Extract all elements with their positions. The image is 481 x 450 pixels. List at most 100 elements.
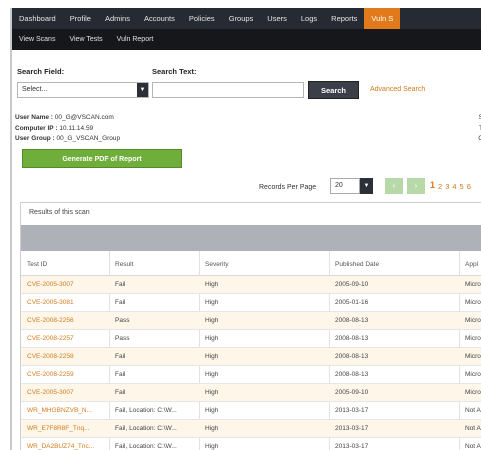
cell-application: Micro	[465, 371, 481, 378]
table-row[interactable]: WR_MHGBNZVB_N... Fail, Location: C:\W... H…	[21, 402, 481, 420]
search-text-input[interactable]	[152, 82, 304, 98]
search-button[interactable]: Search	[308, 81, 359, 99]
cell-published-date: 2008-08-13	[335, 371, 369, 378]
subnav-view-scans[interactable]: View Scans	[12, 36, 62, 43]
cell-result: Fail, Location: C:\W...	[115, 443, 177, 450]
cell-result: Fail	[115, 389, 126, 396]
cell-test-id[interactable]: WR_DA2BUZ74_Tnc...	[27, 443, 94, 450]
cell-result: Pass	[115, 317, 130, 324]
computer-ip-label: Computer IP :	[15, 124, 58, 132]
chevron-down-icon[interactable]: ▼	[360, 178, 373, 194]
records-per-page-label: Records Per Page	[259, 184, 317, 191]
cell-application: Not A	[465, 407, 481, 414]
cell-test-id[interactable]: CVE-2008-2257	[27, 335, 74, 342]
cell-severity: High	[205, 407, 219, 414]
nav-reports[interactable]: Reports	[324, 8, 364, 29]
generate-pdf-button[interactable]: Generate PDF of Report	[22, 149, 182, 168]
computer-ip-line: Computer IP : 10.11.14.59	[15, 124, 120, 135]
cell-published-date: 2005-09-10	[335, 281, 369, 288]
nav-policies[interactable]: Policies	[182, 8, 222, 29]
cell-severity: High	[205, 443, 219, 450]
cell-result: Fail	[115, 353, 126, 360]
next-page-button[interactable]: ›	[407, 178, 425, 194]
cell-published-date: 2005-01-16	[335, 299, 369, 306]
cell-result: Fail	[115, 371, 126, 378]
cell-test-id[interactable]: CVE-2008-2256	[27, 317, 74, 324]
cell-application: Micro	[465, 317, 481, 324]
nav-profile[interactable]: Profile	[63, 8, 98, 29]
column-header-test-id[interactable]: Test ID	[27, 261, 47, 268]
page-link[interactable]: 2	[438, 182, 442, 191]
cell-severity: High	[205, 335, 219, 342]
nav-users[interactable]: Users	[260, 8, 294, 29]
page-link[interactable]: 4	[452, 182, 456, 191]
cell-result: Fail, Location: C:\W...	[115, 407, 177, 414]
user-name-line: User Name : 00_G@VSCAN.com	[15, 113, 120, 124]
cell-application: Not A	[465, 425, 481, 432]
pagination: 1 2 3 4 5 6	[430, 180, 471, 191]
cell-test-id[interactable]: WR_E7F8R8F_Tnq...	[27, 425, 90, 432]
column-header-result[interactable]: Result	[115, 261, 133, 268]
cell-test-id[interactable]: CVE-2008-2258	[27, 353, 74, 360]
column-header-application[interactable]: Appl	[465, 261, 478, 268]
page-link[interactable]: 5	[460, 182, 464, 191]
subnav-view-tests[interactable]: View Tests	[62, 36, 109, 43]
nav-accounts[interactable]: Accounts	[137, 8, 182, 29]
computer-ip-value: 10.11.14.59	[59, 124, 94, 132]
cell-test-id[interactable]: WR_MHGBNZVB_N...	[27, 407, 92, 414]
nav-dashboard[interactable]: Dashboard	[12, 8, 63, 29]
table-row[interactable]: CVE-2008-2258 Fail High 2008-08-13 Micro	[21, 348, 481, 366]
search-field-value: Select...	[22, 86, 48, 93]
nav-vuln-scan[interactable]: Vuln S	[364, 8, 401, 29]
cell-published-date: 2008-08-13	[335, 353, 369, 360]
records-per-page-value: 20	[335, 182, 343, 189]
column-header-published-date[interactable]: Published Date	[335, 261, 379, 268]
search-field-select[interactable]: Select... ▼	[17, 82, 149, 98]
cell-test-id[interactable]: CVE-2005-3081	[27, 299, 74, 306]
cell-application: Not A	[465, 443, 481, 450]
nav-groups[interactable]: Groups	[222, 8, 261, 29]
cell-test-id[interactable]: CVE-2005-3007	[27, 281, 74, 288]
cell-application: Micro	[465, 281, 481, 288]
advanced-search-link[interactable]: Advanced Search	[370, 86, 425, 93]
table-row[interactable]: CVE-2005-3007 Fail High 2005-09-10 Micro	[21, 384, 481, 402]
prev-page-button[interactable]: ‹	[385, 178, 403, 194]
cell-severity: High	[205, 425, 219, 432]
table-row[interactable]: CVE-2008-2256 Pass High 2008-08-13 Micro	[21, 312, 481, 330]
cell-result: Fail, Location: C:\W...	[115, 425, 177, 432]
search-field-label: Search Field:	[17, 67, 65, 76]
cell-result: Fail	[115, 281, 126, 288]
chevron-down-icon: ▼	[137, 83, 148, 97]
cell-severity: High	[205, 281, 219, 288]
cell-published-date: 2013-03-17	[335, 407, 369, 414]
nav-logs[interactable]: Logs	[294, 8, 324, 29]
cell-published-date: 2008-08-13	[335, 335, 369, 342]
page-link[interactable]: 6	[467, 182, 471, 191]
nav-admins[interactable]: Admins	[98, 8, 137, 29]
cell-severity: High	[205, 317, 219, 324]
results-toolbar	[21, 225, 481, 251]
page-link-current[interactable]: 1	[430, 180, 435, 191]
cell-test-id[interactable]: CVE-2005-3007	[27, 389, 74, 396]
cell-result: Pass	[115, 335, 130, 342]
table-row[interactable]: CVE-2005-3081 Fail High 2005-01-16 Micro	[21, 294, 481, 312]
subnav-vuln-report[interactable]: Vuln Report	[110, 36, 161, 43]
cell-test-id[interactable]: CVE-2008-2259	[27, 371, 74, 378]
table-row[interactable]: WR_E7F8R8F_Tnq... Fail, Location: C:\W...…	[21, 420, 481, 438]
cell-application: Micro	[465, 299, 481, 306]
table-row[interactable]: CVE-2008-2257 Pass High 2008-08-13 Micro	[21, 330, 481, 348]
column-header-severity[interactable]: Severity	[205, 261, 228, 268]
results-title: Results of this scan	[29, 209, 90, 216]
top-navigation: Dashboard Profile Admins Accounts Polici…	[12, 8, 481, 29]
page-link[interactable]: 3	[445, 182, 449, 191]
cell-application: Micro	[465, 353, 481, 360]
user-group-line: User Group : 00_G_VSCAN_Group	[15, 134, 120, 145]
records-per-page-select[interactable]: 20	[330, 178, 360, 194]
table-row[interactable]: CVE-2008-2259 Fail High 2008-08-13 Micro	[21, 366, 481, 384]
cell-application: Micro	[465, 335, 481, 342]
cell-published-date: 2013-03-17	[335, 443, 369, 450]
cell-published-date: 2005-09-10	[335, 389, 369, 396]
table-row[interactable]: WR_DA2BUZ74_Tnc... Fail, Location: C:\W..…	[21, 438, 481, 450]
search-text-label: Search Text:	[152, 67, 197, 76]
table-row[interactable]: CVE-2005-3007 Fail High 2005-09-10 Micro	[21, 276, 481, 294]
